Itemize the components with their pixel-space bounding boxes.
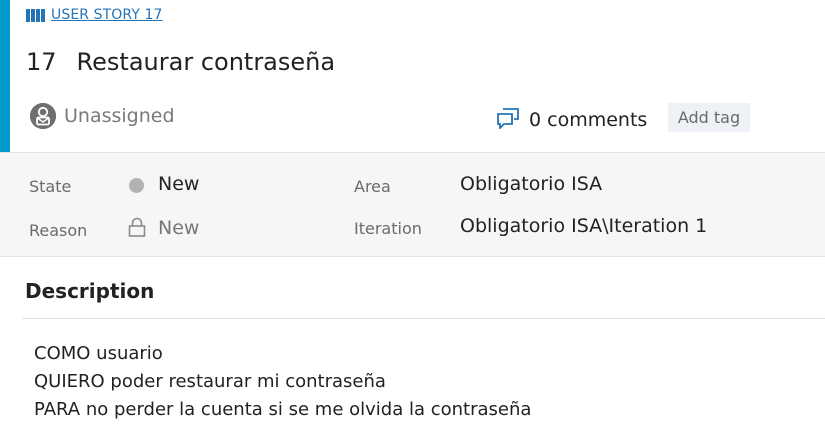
comments-link[interactable]: 0 comments [496,107,647,133]
state-label: State [29,177,72,196]
person-icon [30,103,56,129]
state-value[interactable]: New [158,173,199,195]
description-editor[interactable]: COMO usuario QUIERO poder restaurar mi c… [34,340,531,424]
add-tag-button[interactable]: Add tag [668,103,750,132]
book-icon [26,8,45,23]
description-divider [22,318,825,319]
state-dot-icon [129,178,144,193]
comments-count: 0 comments [529,109,648,131]
assigned-to-control[interactable]: Unassigned [30,103,175,129]
work-item-title[interactable]: 17 Restaurar contraseña [26,48,335,76]
description-heading: Description [25,279,155,303]
assigned-to-label: Unassigned [64,105,175,127]
work-item-id: 17 [26,48,57,76]
fields-panel: State New Reason New Area Obligatorio IS… [0,152,825,257]
iteration-label: Iteration [354,219,422,238]
comment-icon [496,107,520,133]
iteration-value[interactable]: Obligatorio ISA\Iteration 1 [460,215,707,237]
reason-label: Reason [29,221,88,240]
lock-icon [128,217,146,242]
work-item-type-link-text[interactable]: USER STORY 17 [51,7,163,23]
work-item-type-link[interactable]: USER STORY 17 [26,7,163,23]
reason-value: New [158,217,200,239]
description-line: QUIERO poder restaurar mi contraseña [34,371,386,392]
area-value[interactable]: Obligatorio ISA [460,173,602,195]
description-line: PARA no perder la cuenta si se me olvida… [34,399,532,420]
work-item-type-accent-bar [0,0,10,152]
area-label: Area [354,177,391,196]
work-item-title-text[interactable]: Restaurar contraseña [77,48,336,76]
description-line: COMO usuario [34,343,163,364]
